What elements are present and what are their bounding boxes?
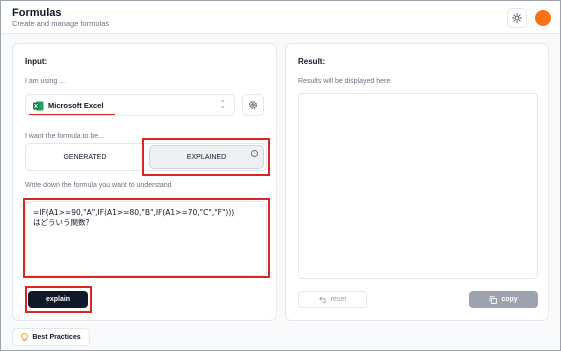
result-title: Result:: [298, 57, 326, 66]
input-panel: Input: I am using ... Microsoft Excel ⌃ ⌄…: [12, 43, 277, 321]
top-header: Formulas Create and manage formulas: [1, 1, 560, 34]
reset-label: reset: [330, 296, 347, 303]
mode-label: I want the formula to be...: [25, 133, 104, 140]
tool-select[interactable]: Microsoft Excel ⌃ ⌄: [25, 94, 235, 116]
copy-button[interactable]: copy: [469, 291, 538, 308]
mode-generated-button[interactable]: GENERATED: [25, 143, 145, 171]
page-subtitle: Create and manage formulas: [12, 19, 110, 28]
lightbulb-icon: [21, 332, 29, 341]
result-placeholder: Results will be displayed here: [298, 78, 391, 85]
copy-label: copy: [501, 296, 518, 303]
highlight-underline: [29, 114, 115, 115]
formula-label: Write down the formula you want to under…: [25, 182, 172, 189]
result-output[interactable]: [298, 93, 538, 279]
tool-settings-button[interactable]: [242, 94, 264, 116]
input-title: Input:: [25, 57, 48, 66]
reset-button[interactable]: reset: [298, 291, 367, 308]
excel-icon: [33, 101, 44, 111]
copy-icon: [489, 295, 498, 304]
sun-icon: [512, 13, 522, 23]
tool-select-value: Microsoft Excel: [48, 101, 104, 110]
best-practices-label: Best Practices: [32, 333, 81, 341]
chevron-updown-icon: ⌃ ⌄: [219, 99, 226, 110]
result-panel: Result: Results will be displayed here r…: [285, 43, 549, 321]
highlight-box-explain: [25, 286, 92, 313]
undo-icon: [318, 296, 326, 303]
using-label: I am using ...: [25, 78, 66, 85]
theme-toggle-button[interactable]: [507, 8, 527, 28]
gear-icon: [249, 101, 257, 109]
user-avatar[interactable]: [535, 10, 551, 26]
best-practices-button[interactable]: Best Practices: [12, 328, 90, 346]
highlight-box-mode: [142, 138, 270, 176]
page-title: Formulas: [12, 7, 62, 19]
highlight-box-formula: [23, 198, 270, 278]
